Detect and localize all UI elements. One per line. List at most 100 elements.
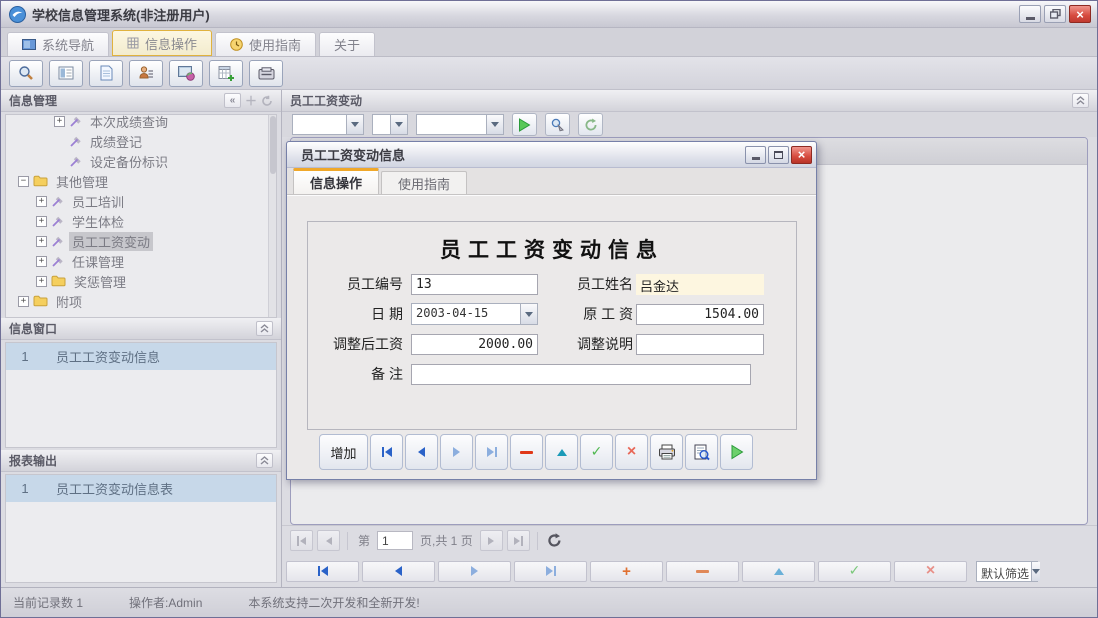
tab-info-operation[interactable]: 信息操作 — [112, 30, 212, 56]
display-button[interactable] — [169, 60, 203, 87]
adj-note-input[interactable] — [636, 334, 764, 355]
add-node-icon[interactable]: ＋ — [245, 92, 257, 109]
add-button[interactable]: 增加 — [319, 434, 368, 470]
expand-icon[interactable] — [54, 116, 65, 127]
tab-system-nav[interactable]: 系统导航 — [7, 32, 109, 56]
post-button[interactable] — [580, 434, 613, 470]
date-select[interactable]: 2003-04-15 — [411, 303, 538, 325]
collapse-main-panel-button[interactable] — [1072, 93, 1089, 108]
tree-item-other-mgmt[interactable]: 其他管理 — [6, 171, 276, 191]
record-delete-button[interactable] — [666, 561, 739, 582]
form-view-button[interactable] — [49, 60, 83, 87]
record-insert-button[interactable]: + — [590, 561, 663, 582]
grid-icon — [127, 37, 139, 49]
delete-button[interactable] — [510, 434, 543, 470]
page-number-input[interactable] — [377, 531, 413, 550]
collapse-icon[interactable] — [18, 176, 29, 187]
dialog-minimize-button[interactable] — [745, 146, 766, 164]
filter-operator-select[interactable] — [372, 114, 408, 135]
dialog-maximize-button[interactable] — [768, 146, 789, 164]
nav-tree: 本次成绩查询 成绩登记 设定备份标识 其他管理 — [5, 114, 277, 318]
salary-change-dialog: 员工工资变动信息 信息操作 使用指南 员工工资变动信息 员工编号 员工姓名 吕金… — [286, 141, 817, 480]
expand-icon[interactable] — [36, 216, 47, 227]
tree-scrollbar[interactable] — [268, 115, 276, 317]
expand-icon[interactable] — [36, 236, 47, 247]
main-toolbar — [1, 57, 1097, 90]
run-filter-button[interactable] — [512, 113, 537, 136]
nav-last-button[interactable] — [475, 434, 508, 470]
user-settings-button[interactable] — [129, 60, 163, 87]
expand-icon[interactable] — [36, 276, 47, 287]
page-refresh-icon[interactable] — [547, 533, 562, 548]
display-icon — [178, 66, 195, 81]
cancel-button[interactable] — [615, 434, 648, 470]
info-window-item[interactable]: 1 员工工资变动信息 — [6, 343, 276, 370]
filter-value-select[interactable] — [416, 114, 504, 135]
minimize-button[interactable] — [1019, 5, 1041, 23]
record-cancel-button[interactable] — [894, 561, 967, 582]
print-preview-button[interactable] — [685, 434, 718, 470]
emp-name-label: 员工姓名 — [558, 274, 633, 294]
nav-prev-button[interactable] — [405, 434, 438, 470]
card-file-button[interactable] — [249, 60, 283, 87]
tree-item-reward-punish[interactable]: 奖惩管理 — [6, 271, 276, 291]
edit-filter-button[interactable] — [545, 113, 570, 136]
check-icon — [849, 562, 861, 580]
dialog-tab-strip: 信息操作 使用指南 — [287, 168, 816, 195]
document-button[interactable] — [89, 60, 123, 87]
tree-item-salary-change[interactable]: 员工工资变动 — [6, 231, 276, 251]
chevron-down-icon — [486, 115, 503, 134]
record-next-button[interactable] — [438, 561, 511, 582]
dialog-tab-info-operation[interactable]: 信息操作 — [293, 168, 379, 194]
printer-icon — [658, 444, 676, 460]
edit-button[interactable] — [545, 434, 578, 470]
expand-icon[interactable] — [36, 256, 47, 267]
table-add-button[interactable] — [209, 60, 243, 87]
record-first-button[interactable] — [286, 561, 359, 582]
record-last-button[interactable] — [514, 561, 587, 582]
adj-salary-input[interactable] — [411, 334, 538, 355]
tree-item-backup-flag[interactable]: 设定备份标识 — [6, 151, 276, 171]
nav-next-button[interactable] — [440, 434, 473, 470]
page-next-button[interactable] — [480, 530, 503, 551]
collapse-panel-button[interactable] — [256, 321, 273, 336]
main-panel-header: 员工工资变动 — [282, 90, 1097, 112]
tree-item-course-mgmt[interactable]: 任课管理 — [6, 251, 276, 271]
tree-item-score-query[interactable]: 本次成绩查询 — [6, 114, 276, 131]
adj-note-label: 调整说明 — [558, 334, 633, 354]
tree-item-appendix[interactable]: 附项 — [6, 291, 276, 311]
refresh-tree-icon[interactable] — [261, 95, 273, 107]
nav-first-button[interactable] — [370, 434, 403, 470]
run-button[interactable] — [720, 434, 753, 470]
search-button[interactable] — [9, 60, 43, 87]
page-first-button[interactable] — [290, 530, 313, 551]
page-last-button[interactable] — [507, 530, 530, 551]
filter-preset-select[interactable]: 默认筛选 — [976, 561, 1038, 582]
record-edit-button[interactable] — [742, 561, 815, 582]
filter-field-select[interactable] — [292, 114, 364, 135]
dialog-close-button[interactable] — [791, 146, 812, 164]
refresh-button[interactable] — [578, 113, 603, 136]
tree-item-student-physical[interactable]: 学生体检 — [6, 211, 276, 231]
print-button[interactable] — [650, 434, 683, 470]
emp-id-input[interactable] — [411, 274, 538, 295]
report-output-item[interactable]: 1 员工工资变动信息表 — [6, 475, 276, 502]
expand-icon[interactable] — [36, 196, 47, 207]
collapse-sidebar-button[interactable]: « — [224, 93, 241, 108]
report-output-header-label: 报表输出 — [9, 452, 57, 469]
record-prev-button[interactable] — [362, 561, 435, 582]
tree-item-staff-training[interactable]: 员工培训 — [6, 191, 276, 211]
tree-item-score-register[interactable]: 成绩登记 — [6, 131, 276, 151]
record-post-button[interactable] — [818, 561, 891, 582]
restore-button[interactable] — [1044, 5, 1066, 23]
tab-user-guide[interactable]: 使用指南 — [215, 32, 316, 56]
collapse-panel-button[interactable] — [256, 453, 273, 468]
tab-about[interactable]: 关于 — [319, 32, 375, 56]
dialog-tab-user-guide[interactable]: 使用指南 — [381, 171, 467, 194]
orig-salary-input[interactable] — [636, 304, 764, 325]
expand-icon[interactable] — [18, 296, 29, 307]
page-prev-button[interactable] — [317, 530, 340, 551]
title-bar: 学校信息管理系统(非注册用户) — [1, 1, 1097, 28]
close-button[interactable] — [1069, 5, 1091, 23]
remark-input[interactable] — [411, 364, 751, 385]
